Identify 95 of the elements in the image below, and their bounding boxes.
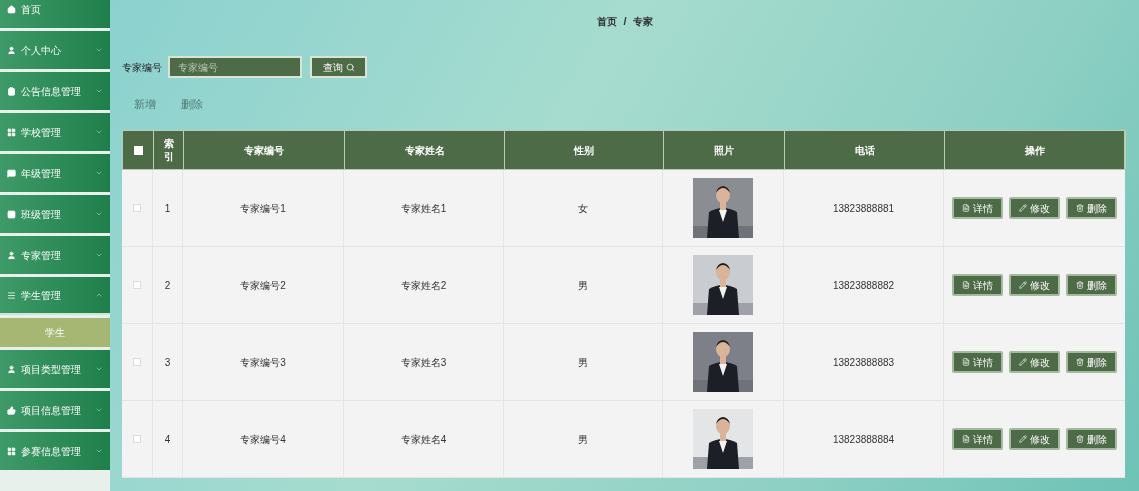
table-cell-text: 13823888884 <box>832 432 895 447</box>
message-icon <box>7 168 16 178</box>
detail-button[interactable]: 详情 <box>952 197 1003 219</box>
table-cell-text: 男 <box>578 355 588 370</box>
document-icon <box>962 204 970 212</box>
row-checkbox[interactable] <box>133 281 141 289</box>
table-cell-text: 3 <box>164 355 171 370</box>
chevron-icon <box>95 169 103 177</box>
document-icon <box>962 281 970 289</box>
table-cell-text: 专家姓名1 <box>400 201 447 216</box>
document-icon <box>962 435 970 443</box>
edit-button[interactable]: 修改 <box>1009 428 1060 450</box>
row-checkbox[interactable] <box>133 204 141 212</box>
pencil-icon <box>1019 281 1027 289</box>
search-field[interactable]: 专家编号 <box>168 56 302 78</box>
chevron-icon <box>95 46 103 54</box>
sidebar-item[interactable]: 学生管理 <box>0 277 110 315</box>
menu-icon <box>7 290 16 300</box>
sidebar-item[interactable]: 学校管理 <box>0 113 110 151</box>
table-cell-text: 女 <box>578 201 588 216</box>
chevron-icon <box>95 128 103 136</box>
table-cell-text: 1 <box>164 201 171 216</box>
search-label: 专家编号 <box>122 60 162 75</box>
row-checkbox[interactable] <box>133 358 141 366</box>
column-header: 操作 <box>1025 143 1045 158</box>
user-icon <box>7 364 16 374</box>
chevron-icon <box>95 291 103 299</box>
table-icon <box>7 209 16 219</box>
table-cell-text: 专家姓名4 <box>400 432 447 447</box>
column-header: 照片 <box>714 143 734 158</box>
table-cell-text: 专家编号2 <box>240 278 286 293</box>
chevron-icon <box>95 87 103 95</box>
search-button[interactable]: 查询 <box>310 56 367 78</box>
home-icon <box>7 4 16 14</box>
table-cell-text: 13823888881 <box>832 201 895 216</box>
edit-button[interactable]: 修改 <box>1009 274 1060 296</box>
trash-icon <box>1076 435 1084 443</box>
pencil-icon <box>1019 435 1027 443</box>
sidebar-item[interactable]: 个人中心 <box>0 31 110 69</box>
grid-icon <box>7 127 16 137</box>
table-cell-text: 4 <box>164 432 171 447</box>
user-icon <box>7 250 16 260</box>
pencil-icon <box>1019 204 1027 212</box>
detail-button[interactable]: 详情 <box>952 274 1003 296</box>
chevron-icon <box>95 210 103 218</box>
column-header: 专家姓名 <box>404 143 445 158</box>
table-cell-text: 男 <box>578 278 588 293</box>
table-cell-text: 13823888882 <box>832 278 895 293</box>
edit-button[interactable]: 修改 <box>1009 197 1060 219</box>
sidebar-item[interactable]: 公告信息管理 <box>0 72 110 110</box>
delete-button[interactable]: 删除 <box>1066 197 1117 219</box>
row-checkbox[interactable] <box>133 435 141 443</box>
sidebar-item[interactable]: 项目类型管理 <box>0 350 110 388</box>
document-icon <box>962 358 970 366</box>
delete-button[interactable]: 删除 <box>1066 274 1117 296</box>
grid-icon <box>7 446 16 456</box>
column-header: 电话 <box>854 143 875 158</box>
chevron-icon <box>95 406 103 414</box>
clipboard-icon <box>7 86 16 96</box>
table-cell-text: 男 <box>578 432 588 447</box>
sidebar-item[interactable]: 首页 <box>0 0 110 28</box>
column-header: 性别 <box>574 143 594 158</box>
header-checkbox[interactable] <box>133 145 143 155</box>
chevron-icon <box>95 365 103 373</box>
trash-icon <box>1076 204 1084 212</box>
delete-button[interactable]: 删除 <box>1066 351 1117 373</box>
table-cell-text: 专家姓名3 <box>400 355 447 370</box>
trash-icon <box>1076 281 1084 289</box>
sidebar-item[interactable]: 专家管理 <box>0 236 110 274</box>
delete-button[interactable]: 删除 <box>1066 428 1117 450</box>
detail-button[interactable]: 详情 <box>952 428 1003 450</box>
table-cell-text: 专家姓名2 <box>400 278 447 293</box>
breadcrumb-separator: / <box>623 13 627 29</box>
table-cell-text: 2 <box>164 278 171 293</box>
sidebar-item[interactable]: 年级管理 <box>0 154 110 192</box>
breadcrumb-item: 专家 <box>632 14 653 29</box>
breadcrumb-item[interactable]: 首页 <box>597 13 618 29</box>
table-cell-text: 专家编号4 <box>240 432 286 447</box>
user-icon <box>7 45 16 55</box>
thumbs-up-icon <box>7 405 16 415</box>
sidebar-item[interactable]: 班级管理 <box>0 195 110 233</box>
trash-icon <box>1076 358 1084 366</box>
table-cell-text: 专家编号3 <box>240 355 286 370</box>
column-header: 索引 <box>163 137 174 163</box>
sidebar-item[interactable]: 参赛信息管理 <box>0 432 110 470</box>
edit-button[interactable]: 修改 <box>1009 351 1060 373</box>
table-cell-text: 13823888883 <box>832 355 895 370</box>
search-icon <box>345 62 355 72</box>
table-cell-text: 专家编号1 <box>240 201 286 216</box>
pencil-icon <box>1019 358 1027 366</box>
column-header: 专家编号 <box>244 143 284 158</box>
chevron-icon <box>95 251 103 259</box>
sidebar-item[interactable]: 项目信息管理 <box>0 391 110 429</box>
chevron-icon <box>95 447 103 455</box>
detail-button[interactable]: 详情 <box>952 351 1003 373</box>
